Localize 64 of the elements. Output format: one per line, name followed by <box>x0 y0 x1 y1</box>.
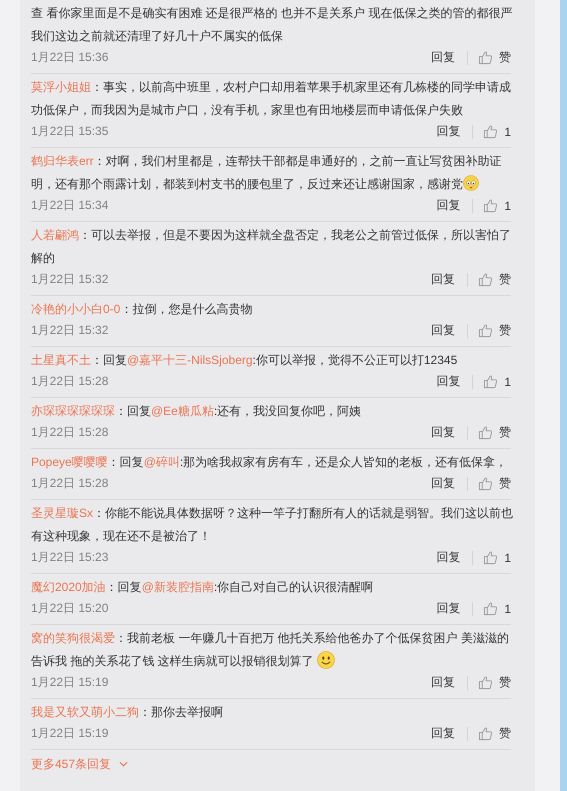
comment-text: 窝的笑狗很渴爱：我前老板 一年赚几十百把万 他托关系给他爸办了个低保贫困户 美滋滋的告诉我 拖的关系花了钱 这样生病就可以报销很划算了 <box>31 630 510 671</box>
timestamp: 1月22日 15:19 <box>31 725 108 742</box>
reply-link[interactable]: 回复 <box>436 123 460 140</box>
reply-link[interactable]: 回复 <box>431 674 455 691</box>
reply-link[interactable]: 回复 <box>431 424 455 441</box>
thumbs-up-icon <box>478 323 493 338</box>
reply-link[interactable]: 回复 <box>436 600 460 617</box>
thumbs-up-icon <box>483 198 498 213</box>
scrollbar[interactable] <box>560 0 567 791</box>
reply-link[interactable]: 回复 <box>431 49 455 66</box>
like-button[interactable]: 赞 <box>478 271 511 288</box>
chevron-down-icon <box>119 761 128 767</box>
comment-text: 我是又软又萌小二狗：那你去举报啊 <box>31 704 224 721</box>
wide-eyed-emoji-icon <box>463 175 479 191</box>
reply-link[interactable]: 回复 <box>431 475 455 492</box>
thumbs-up-icon <box>478 425 493 440</box>
thumbs-up-icon <box>478 50 493 65</box>
thumbs-up-icon <box>483 374 498 389</box>
thumbs-up-icon <box>478 272 493 287</box>
like-button[interactable]: 赞 <box>478 49 511 66</box>
like-button[interactable]: 赞 <box>478 424 511 441</box>
thumbs-up-icon <box>478 476 493 491</box>
timestamp: 1月22日 15:28 <box>31 475 108 492</box>
thumbs-up-icon <box>478 726 493 741</box>
timestamp: 1月22日 15:28 <box>31 424 108 441</box>
comment-text: 亦琛琛琛琛琛琛：回复@Ee糖瓜粘:还有，我没回复你吧，阿姨 <box>31 403 362 420</box>
reply-link[interactable]: 回复 <box>431 322 455 339</box>
timestamp: 1月22日 15:32 <box>31 271 108 288</box>
timestamp: 1月22日 15:32 <box>31 322 108 339</box>
timestamp: 1月22日 15:36 <box>31 49 108 66</box>
reply-link[interactable]: 回复 <box>431 725 455 742</box>
thumbs-up-icon <box>483 550 498 565</box>
like-button[interactable]: 1 <box>483 374 511 389</box>
comment-text: Popeye嘤嘤嘤：回复@碎叫:那为啥我叔家有房有车，还是众人皆知的老板，还有低保拿， <box>31 454 508 471</box>
comment-text: 魔幻2020加油：回复@新装腔指南:你自己对自己的认识很清醒啊 <box>31 579 374 596</box>
thumbs-up-icon <box>483 124 498 139</box>
timestamp: 1月22日 15:35 <box>31 123 108 140</box>
thumbs-up-icon <box>478 675 493 690</box>
like-button[interactable]: 1 <box>483 198 511 213</box>
comment-text: 人若翩鸿：可以去举报，但是不要因为这样就全盘否定，我老公之前管过低保，所以害怕了解的 <box>31 227 512 267</box>
comment-text: 土星真不土：回复@嘉平十三-NilsSjoberg:你可以举报，觉得不公正可以打12345 <box>31 352 458 369</box>
like-button[interactable]: 1 <box>483 124 511 139</box>
comment-text: 鹤归华表err：对啊，我们村里都是，连帮扶干部都是串通好的，之前一直让写贫困补助证明，还有那个雨露计划，都装到村支书的腰包里了，反过来还让感谢国家，感谢党 <box>31 153 503 193</box>
like-button[interactable]: 1 <box>483 601 511 616</box>
comment-text: 查 看你家里面是不是确实有困难 还是很严格的 也并不是关系户 现在低保之类的管的都很严我们这边之前就还清理了好几十户不属实的低保 <box>31 5 514 45</box>
reply-link[interactable]: 回复 <box>431 271 455 288</box>
like-button[interactable]: 1 <box>483 550 511 565</box>
like-button[interactable]: 赞 <box>478 674 511 691</box>
timestamp: 1月22日 15:20 <box>31 600 108 617</box>
timestamp: 1月22日 15:28 <box>31 373 108 390</box>
thumbs-up-icon <box>483 601 498 616</box>
reply-link[interactable]: 回复 <box>436 549 460 566</box>
comment-text: 冷艳的小小白0-0：拉倒，您是什么高贵物 <box>31 301 254 318</box>
reply-link[interactable]: 回复 <box>436 373 460 390</box>
timestamp: 1月22日 15:19 <box>31 674 108 691</box>
reply-link[interactable]: 回复 <box>436 197 460 214</box>
like-button[interactable]: 赞 <box>478 725 511 742</box>
like-button[interactable]: 赞 <box>478 475 511 492</box>
smiley-icon <box>317 651 336 669</box>
like-button[interactable]: 赞 <box>478 322 511 339</box>
timestamp: 1月22日 15:34 <box>31 197 108 214</box>
comment-text: 莫浮小姐姐：事实，以前高中班里，农村户口却用着苹果手机家里还有几栋楼的同学申请成功低保户，而我因为是城市户口，没有手机，家里也有田地楼层而申请低保户失败 <box>31 79 512 119</box>
timestamp: 1月22日 15:23 <box>31 549 108 566</box>
comment-text: 圣灵星璇Sx：你能不能说具体数据呀？这种一竿子打翻所有人的话就是弱智。我们这以前也有这种现象，现在还不是被治了！ <box>31 505 514 545</box>
